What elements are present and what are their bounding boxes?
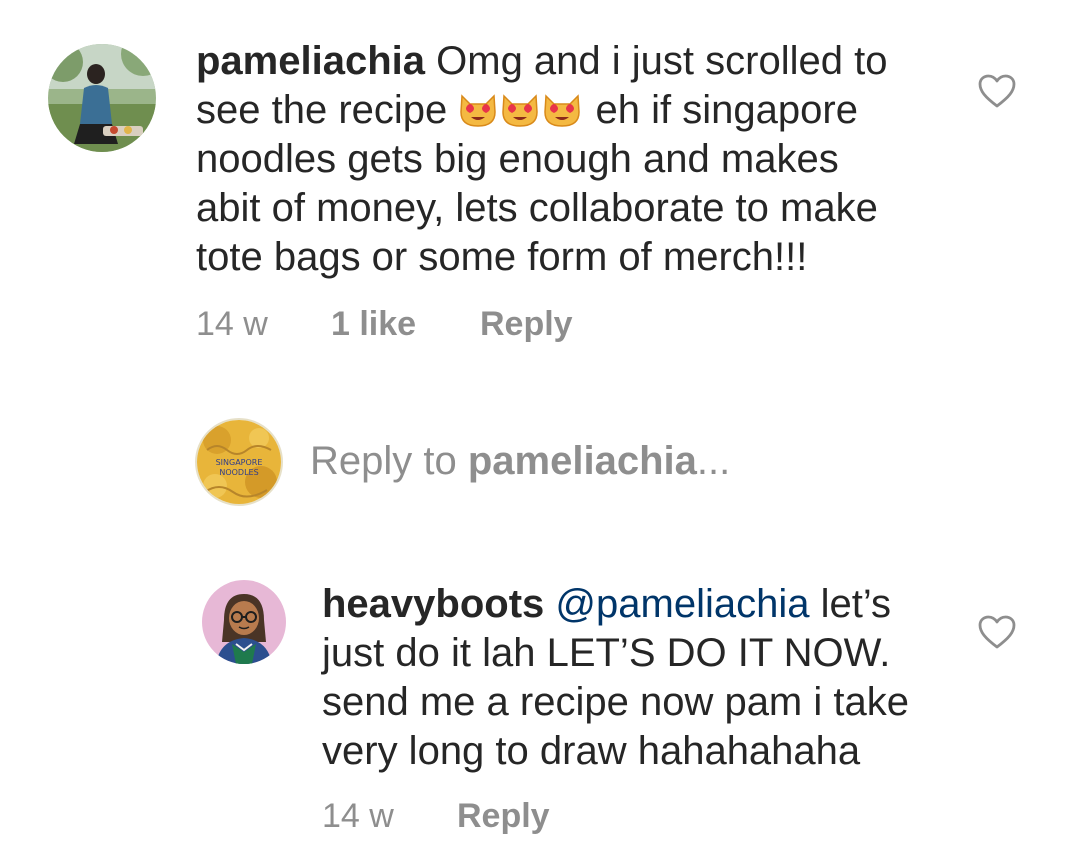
svg-text:SINGAPORE: SINGAPORE [216,458,263,467]
reply-reply-button[interactable]: Reply [457,797,550,836]
reply-prompt-prefix: Reply to [310,439,468,483]
comment-text: pameliachia Omg and i just scrolled to s… [196,37,936,282]
comment-likes-link[interactable]: 1 like [331,305,416,344]
heart-eyes-cat-emoji [502,94,539,127]
comment-line-2: see the recipe eh if singapore [196,86,936,135]
reply-mention-link[interactable]: @pameliachia [555,582,809,626]
reply-line-1: heavyboots @pameliachia let’s [322,580,962,629]
comment-timestamp: 14 w [196,305,268,343]
heart-eyes-cat-emoji [460,94,497,127]
comment-reply-button[interactable]: Reply [480,305,573,344]
reply-prompt-ellipsis: ... [696,439,731,483]
reply-timestamp: 14 w [322,797,394,835]
avatar-pameliachia[interactable] [48,44,156,152]
like-heart-icon[interactable] [977,73,1017,109]
comment-line-1: pameliachia Omg and i just scrolled to [196,37,936,86]
avatar-heavyboots[interactable] [202,580,286,664]
comment-text-segment: eh if singapore [595,88,858,132]
comment-line-5: tote bags or some form of merch!!! [196,235,808,279]
comment-text-segment: see the recipe [196,88,448,132]
reply-text-segment: let’s [820,582,892,626]
comment-line-4: abit of money, lets collaborate to make [196,186,878,230]
avatar-singapore-noodles[interactable]: SINGAPORE NOODLES [195,418,283,506]
comment-text-segment: Omg and i just scrolled to [436,39,888,83]
reply-line-4: very long to draw hahahahaha [322,729,861,773]
reply-prompt-target: pameliachia [467,439,697,483]
comment-line-3: noodles gets big enough and makes [196,137,839,181]
comment-username[interactable]: pameliachia [196,39,425,83]
heart-eyes-cat-emoji [544,94,581,127]
reply-comment-text: heavyboots @pameliachia let’s just do it… [322,580,962,776]
reply-line-2: just do it lah LET’S DO IT NOW. [322,631,891,675]
reply-line-3: send me a recipe now pam i take [322,680,909,724]
reply-input-prompt[interactable]: Reply to pameliachia... [310,439,730,484]
reply-username[interactable]: heavyboots [322,582,544,626]
svg-text:NOODLES: NOODLES [219,468,258,477]
like-heart-icon[interactable] [977,614,1017,650]
